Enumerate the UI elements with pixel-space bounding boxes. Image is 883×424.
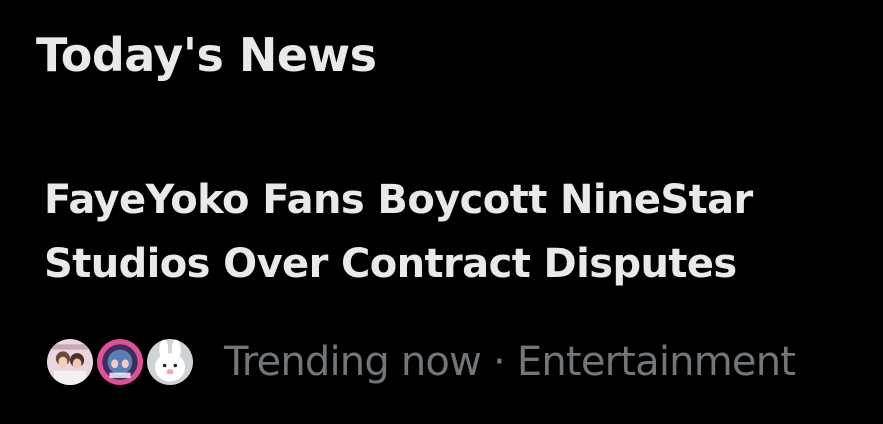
avatar (94, 336, 146, 388)
avatar (44, 336, 96, 388)
fan-avatar-bunny-icon (147, 339, 193, 385)
section-title: Today's News (36, 28, 377, 82)
trend-category: Entertainment (516, 339, 796, 385)
news-meta: Trending now · Entertainment (44, 330, 883, 394)
meta-separator: · (492, 339, 506, 385)
avatar-stack (44, 330, 214, 394)
news-headline[interactable]: FayeYoko Fans Boycott NineStar Studios O… (44, 168, 874, 296)
news-item[interactable]: FayeYoko Fans Boycott NineStar Studios O… (0, 160, 883, 424)
avatar (144, 336, 196, 388)
trend-status: Trending now (224, 339, 482, 385)
fan-avatar-photo-1-icon (47, 339, 93, 385)
fan-avatar-photo-2-icon (97, 339, 143, 385)
